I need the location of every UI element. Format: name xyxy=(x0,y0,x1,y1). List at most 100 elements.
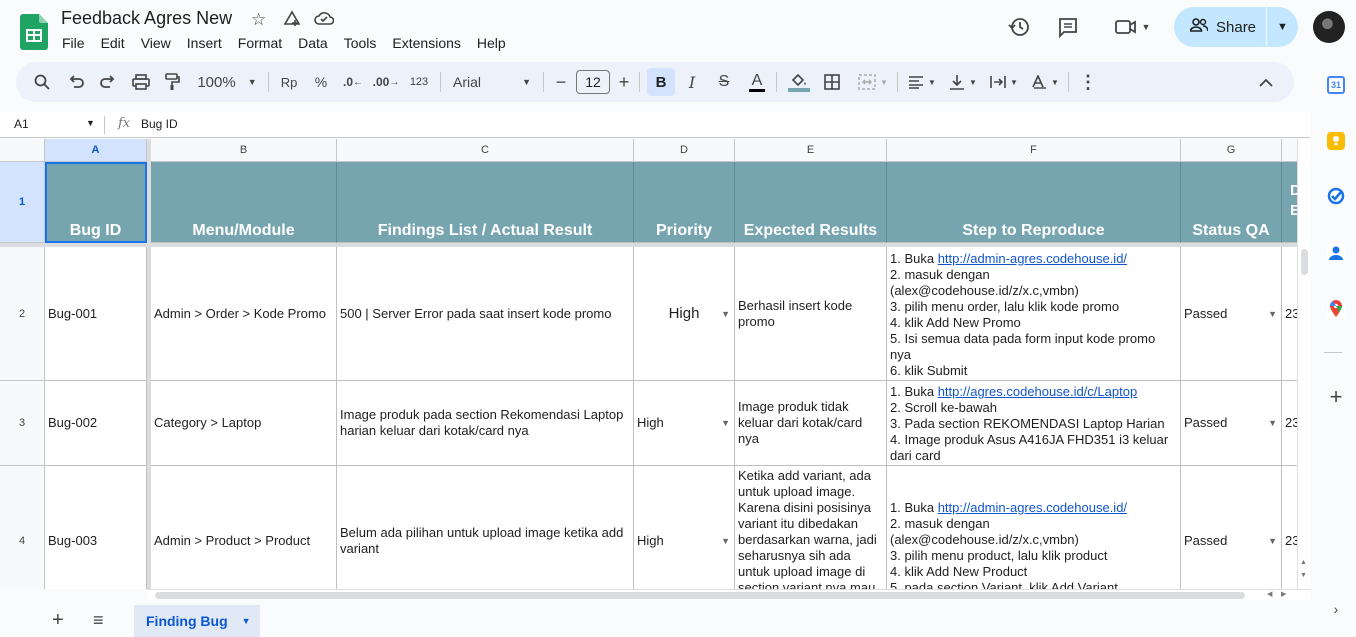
column-header-g[interactable]: G xyxy=(1181,139,1282,162)
header-cell-status[interactable]: Status QA xyxy=(1181,162,1282,243)
cell-finding[interactable]: Image produk pada section Rekomendasi La… xyxy=(337,381,634,466)
dropdown-caret-icon[interactable]: ▼ xyxy=(1268,415,1277,431)
scroll-left-icon[interactable]: ◀ xyxy=(1267,590,1272,598)
menu-insert[interactable]: Insert xyxy=(187,35,222,51)
menu-file[interactable]: File xyxy=(62,35,85,51)
column-header-e[interactable]: E xyxy=(735,139,887,162)
percent-format-button[interactable]: % xyxy=(310,62,332,102)
increase-decimal-button[interactable]: .00 → xyxy=(372,62,400,102)
header-cell-steps[interactable]: Step to Reproduce xyxy=(887,162,1181,243)
cell-steps[interactable]: 1. Buka http://admin-agres.codehouse.id/… xyxy=(887,466,1181,589)
text-rotation-button[interactable]: ▼ xyxy=(1028,62,1062,102)
cell-finding[interactable]: Belum ada pilihan untuk upload image ket… xyxy=(337,466,634,589)
contacts-icon[interactable] xyxy=(1327,244,1345,262)
vertical-scroll-thumb[interactable] xyxy=(1301,249,1308,275)
cell-bug-id[interactable]: Bug-001 xyxy=(45,247,147,381)
print-icon[interactable] xyxy=(129,62,153,102)
share-dropdown-icon[interactable]: ▼ xyxy=(1267,21,1298,33)
tasks-icon[interactable] xyxy=(1327,187,1345,205)
font-family-select[interactable]: Arial ▼ xyxy=(453,62,531,102)
header-cell-expected[interactable]: Expected Results xyxy=(735,162,887,243)
paint-format-icon[interactable] xyxy=(160,62,184,102)
cell-partial[interactable]: 23 xyxy=(1282,381,1297,466)
search-menus-icon[interactable] xyxy=(30,62,54,102)
show-side-panel-chevron-icon[interactable]: › xyxy=(1327,600,1345,618)
undo-icon[interactable] xyxy=(64,62,88,102)
column-header-d[interactable]: D xyxy=(634,139,735,162)
borders-icon[interactable] xyxy=(820,62,844,102)
cell-bug-id[interactable]: Bug-003 xyxy=(45,466,147,589)
text-wrapping-button[interactable]: ▼ xyxy=(987,62,1021,102)
meet-icon[interactable]: ▼ xyxy=(1110,14,1154,40)
version-history-icon[interactable] xyxy=(1006,14,1032,40)
share-button[interactable]: Share ▼ xyxy=(1174,7,1298,47)
share-main[interactable]: Share xyxy=(1174,7,1266,47)
menu-help[interactable]: Help xyxy=(477,35,506,51)
column-header-f[interactable]: F xyxy=(887,139,1181,162)
avatar[interactable] xyxy=(1313,11,1345,43)
cell-status[interactable]: Passed ▼ xyxy=(1181,466,1282,589)
text-color-button[interactable]: A xyxy=(747,62,767,102)
redo-icon[interactable] xyxy=(96,62,120,102)
hide-menus-chevron-up-icon[interactable] xyxy=(1254,62,1278,102)
dropdown-caret-icon[interactable]: ▼ xyxy=(721,306,730,322)
chevron-down-icon[interactable]: ▼ xyxy=(86,118,95,128)
dropdown-caret-icon[interactable]: ▼ xyxy=(721,415,730,431)
steps-link[interactable]: http://admin-agres.codehouse.id/ xyxy=(938,251,1127,266)
cell-module[interactable]: Admin > Order > Kode Promo xyxy=(151,247,337,381)
cell-priority[interactable]: High ▼ xyxy=(634,381,735,466)
font-size-input[interactable]: 12 xyxy=(576,70,610,94)
calendar-icon[interactable]: 31 xyxy=(1327,76,1345,94)
zoom-select[interactable]: 100% ▼ xyxy=(194,62,260,102)
menu-format[interactable]: Format xyxy=(238,35,282,51)
formula-input[interactable]: Bug ID xyxy=(141,117,178,131)
all-sheets-menu-icon[interactable]: ≡ xyxy=(93,610,104,631)
column-header-a[interactable]: A xyxy=(45,139,147,162)
decrease-font-size-icon[interactable]: − xyxy=(553,62,569,102)
fill-color-button[interactable] xyxy=(787,62,811,102)
menu-data[interactable]: Data xyxy=(298,35,328,51)
decrease-decimal-button[interactable]: .0 ← xyxy=(341,62,365,102)
chevron-down-icon[interactable]: ▼ xyxy=(242,616,251,626)
name-box[interactable]: A1 xyxy=(14,117,29,131)
scroll-up-icon[interactable]: ▲ xyxy=(1300,559,1307,566)
frozen-row-divider[interactable] xyxy=(0,243,1297,247)
comments-icon[interactable] xyxy=(1055,14,1081,40)
row-header-2[interactable]: 2 xyxy=(0,247,45,381)
header-cell-partial[interactable]: D E xyxy=(1282,162,1297,243)
cell-expected[interactable]: Ketika add variant, ada untuk upload ima… xyxy=(735,466,887,589)
sheet-tab-finding-bug[interactable]: Finding Bug ▼ xyxy=(134,605,260,637)
cell-status[interactable]: Passed ▼ xyxy=(1181,381,1282,466)
sheets-logo-icon[interactable] xyxy=(20,14,48,50)
strikethrough-button[interactable]: S xyxy=(714,62,734,102)
dropdown-caret-icon[interactable]: ▼ xyxy=(1268,533,1277,549)
cell-priority[interactable]: High ▼ xyxy=(634,247,735,381)
cell-priority[interactable]: High ▼ xyxy=(634,466,735,589)
column-header-c[interactable]: C xyxy=(337,139,634,162)
steps-link[interactable]: http://agres.codehouse.id/c/Laptop xyxy=(938,384,1137,399)
get-add-ons-plus-icon[interactable]: + xyxy=(1327,384,1345,409)
currency-format-button[interactable]: Rp xyxy=(278,62,300,102)
menu-tools[interactable]: Tools xyxy=(344,35,377,51)
frozen-column-divider[interactable] xyxy=(147,139,151,589)
scroll-right-icon[interactable]: ▶ xyxy=(1281,590,1286,598)
vertical-scrollbar[interactable]: ▲ ▼ xyxy=(1297,139,1310,589)
more-formats-button[interactable]: 123 xyxy=(406,62,432,102)
menu-extensions[interactable]: Extensions xyxy=(392,35,460,51)
dropdown-caret-icon[interactable]: ▼ xyxy=(721,533,730,549)
keep-icon[interactable] xyxy=(1327,132,1345,150)
cell-expected[interactable]: Image produk tidak keluar dari kotak/car… xyxy=(735,381,887,466)
horizontal-scroll-thumb[interactable] xyxy=(155,592,1245,599)
select-all-corner[interactable] xyxy=(0,139,45,162)
more-options-icon[interactable]: ⋮ xyxy=(1078,62,1098,102)
column-header-b[interactable]: B xyxy=(151,139,337,162)
merge-cells-button[interactable]: ▼ xyxy=(854,62,892,102)
scroll-down-icon[interactable]: ▼ xyxy=(1300,572,1307,579)
row-header-4[interactable]: 4 xyxy=(0,466,45,589)
bold-button[interactable]: B xyxy=(647,68,675,96)
increase-font-size-icon[interactable]: + xyxy=(616,62,632,102)
horizontal-align-button[interactable]: ▼ xyxy=(905,62,939,102)
row-header-1[interactable]: 1 xyxy=(0,162,45,243)
cell-steps[interactable]: 1. Buka http://admin-agres.codehouse.id/… xyxy=(887,247,1181,381)
header-cell-bug-id[interactable]: Bug ID xyxy=(45,162,147,243)
